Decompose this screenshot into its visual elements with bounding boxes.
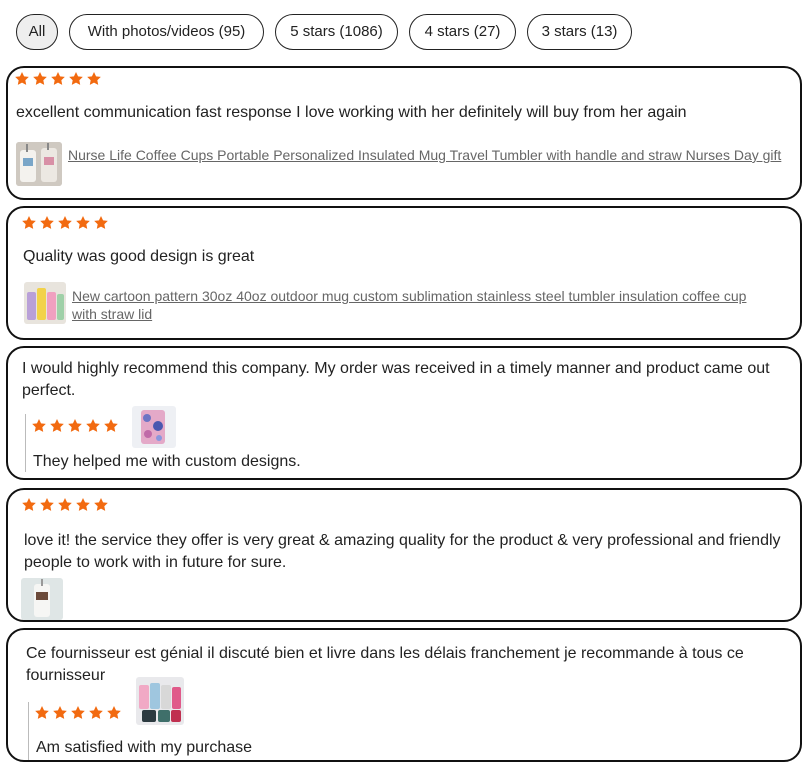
star-rating bbox=[34, 705, 122, 721]
filter-4-stars-chip[interactable]: 4 stars (27) bbox=[409, 14, 516, 50]
star-icon bbox=[71, 706, 85, 719]
filter-all-chip[interactable]: All bbox=[16, 14, 58, 50]
star-rating bbox=[21, 497, 109, 513]
star-icon bbox=[40, 498, 54, 511]
product-link[interactable]: Nurse Life Coffee Cups Portable Personal… bbox=[68, 146, 800, 164]
star-icon bbox=[58, 216, 72, 229]
star-icon bbox=[107, 706, 121, 719]
review-card: love it! the service they offer is very … bbox=[6, 488, 802, 622]
star-rating bbox=[14, 71, 102, 87]
star-icon bbox=[51, 72, 65, 85]
reply-text: They helped me with custom designs. bbox=[33, 453, 301, 470]
review-card: I would highly recommend this company. M… bbox=[6, 346, 802, 480]
star-icon bbox=[76, 498, 90, 511]
reply-divider bbox=[25, 414, 26, 472]
star-icon bbox=[86, 419, 100, 432]
review-text: love it! the service they offer is very … bbox=[24, 532, 781, 571]
star-icon bbox=[22, 498, 36, 511]
star-rating bbox=[31, 418, 119, 434]
star-icon bbox=[15, 72, 29, 85]
product-link[interactable]: New cartoon pattern 30oz 40oz outdoor mu… bbox=[72, 287, 772, 323]
star-icon bbox=[89, 706, 103, 719]
review-card: Ce fournisseur est génial il discuté bie… bbox=[6, 628, 802, 762]
review-text: I would highly recommend this company. M… bbox=[22, 360, 770, 399]
star-icon bbox=[50, 419, 64, 432]
product-thumbnail[interactable] bbox=[16, 142, 62, 186]
star-icon bbox=[53, 706, 67, 719]
star-icon bbox=[40, 216, 54, 229]
star-icon bbox=[58, 498, 72, 511]
star-icon bbox=[94, 498, 108, 511]
star-icon bbox=[32, 419, 46, 432]
star-icon bbox=[68, 419, 82, 432]
product-thumbnail[interactable] bbox=[24, 282, 66, 324]
filter-5-stars-chip[interactable]: 5 stars (1086) bbox=[275, 14, 398, 50]
review-card: excellent communication fast response I … bbox=[6, 66, 802, 200]
review-text: Quality was good design is great bbox=[23, 248, 255, 265]
filter-3-stars-chip[interactable]: 3 stars (13) bbox=[527, 14, 632, 50]
review-photo[interactable] bbox=[132, 406, 176, 448]
filter-with-photos-chip[interactable]: With photos/videos (95) bbox=[69, 14, 264, 50]
star-icon bbox=[22, 216, 36, 229]
review-text: excellent communication fast response I … bbox=[16, 104, 687, 121]
star-icon bbox=[87, 72, 101, 85]
star-icon bbox=[35, 706, 49, 719]
review-photo[interactable] bbox=[136, 677, 184, 725]
star-icon bbox=[94, 216, 108, 229]
review-card: Quality was good design is great New car… bbox=[6, 206, 802, 340]
reply-text: Am satisfied with my purchase bbox=[36, 739, 253, 756]
star-icon bbox=[33, 72, 47, 85]
review-photo[interactable] bbox=[21, 578, 63, 620]
star-rating bbox=[21, 215, 109, 231]
star-icon bbox=[104, 419, 118, 432]
star-icon bbox=[69, 72, 83, 85]
star-icon bbox=[76, 216, 90, 229]
reply-divider bbox=[28, 702, 29, 760]
